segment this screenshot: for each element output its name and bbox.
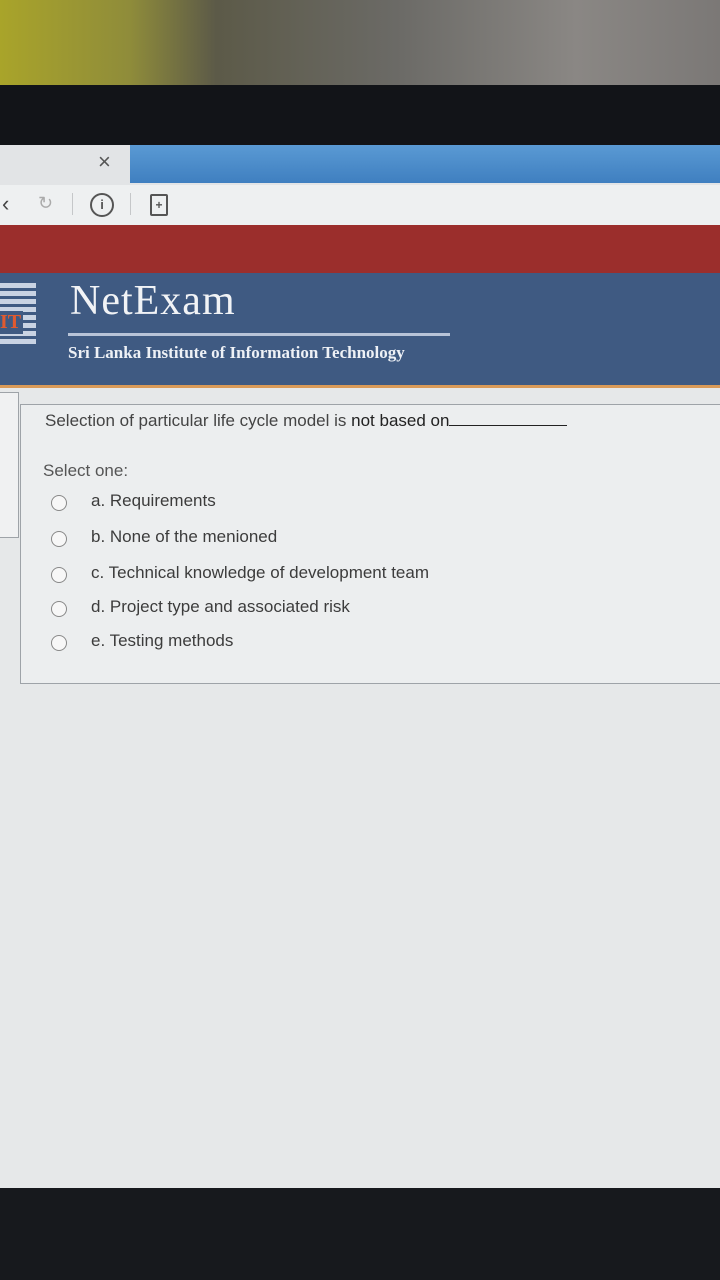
option-label[interactable]: a. Requirements <box>91 491 216 511</box>
answer-blank <box>449 411 568 426</box>
site-title[interactable]: NetExam <box>70 277 236 325</box>
browser-toolbar: ‹ ↻ i + <box>0 185 720 225</box>
main-content: Selection of particular life cycle model… <box>0 388 720 1190</box>
institute-name: Sri Lanka Institute of Information Techn… <box>68 343 405 362</box>
radio-button[interactable] <box>51 601 67 617</box>
option-label[interactable]: b. None of the menioned <box>91 527 277 547</box>
reload-icon[interactable]: ↻ <box>38 193 53 214</box>
option-c[interactable]: c. Technical knowledge of development te… <box>21 561 621 591</box>
browser-tab-active[interactable] <box>130 145 720 183</box>
toolbar-divider <box>130 193 131 215</box>
sliit-logo: IT <box>0 283 36 347</box>
info-icon[interactable]: i <box>90 193 114 217</box>
tab-strip: × <box>0 145 720 185</box>
radio-button[interactable] <box>51 635 67 651</box>
question-info-panel <box>0 392 19 538</box>
background-desk <box>0 0 720 95</box>
site-top-band <box>0 225 720 273</box>
back-arrow-icon[interactable]: ‹ <box>2 191 9 217</box>
site-header: IT NetExam Sri Lanka Institute of Inform… <box>0 273 720 385</box>
new-page-icon[interactable]: + <box>150 194 168 216</box>
browser-screen: × ‹ ↻ i + IT NetExam Sri Lanka Institute… <box>0 145 720 1190</box>
close-tab-icon[interactable]: × <box>98 149 111 175</box>
option-label[interactable]: c. Technical knowledge of development te… <box>91 563 429 583</box>
question-card: Selection of particular life cycle model… <box>20 404 720 684</box>
question-text-start: Selection of particular life cycle model… <box>45 411 352 430</box>
option-a[interactable]: a. Requirements <box>21 489 621 519</box>
monitor-bezel-bottom <box>0 1188 720 1280</box>
radio-button[interactable] <box>51 531 67 547</box>
radio-button[interactable] <box>51 495 67 511</box>
option-label[interactable]: d. Project type and associated risk <box>91 597 350 617</box>
option-b[interactable]: b. None of the menioned <box>21 525 621 555</box>
question-text: Selection of particular life cycle model… <box>45 411 568 431</box>
toolbar-divider <box>72 193 73 215</box>
question-emphasis: not based on <box>351 411 450 430</box>
option-d[interactable]: d. Project type and associated risk <box>21 595 621 625</box>
logo-text: IT <box>0 311 24 334</box>
option-e[interactable]: e. Testing methods <box>21 629 621 659</box>
option-label[interactable]: e. Testing methods <box>91 631 233 651</box>
select-one-label: Select one: <box>43 461 129 480</box>
radio-button[interactable] <box>51 567 67 583</box>
title-underline <box>68 333 450 336</box>
